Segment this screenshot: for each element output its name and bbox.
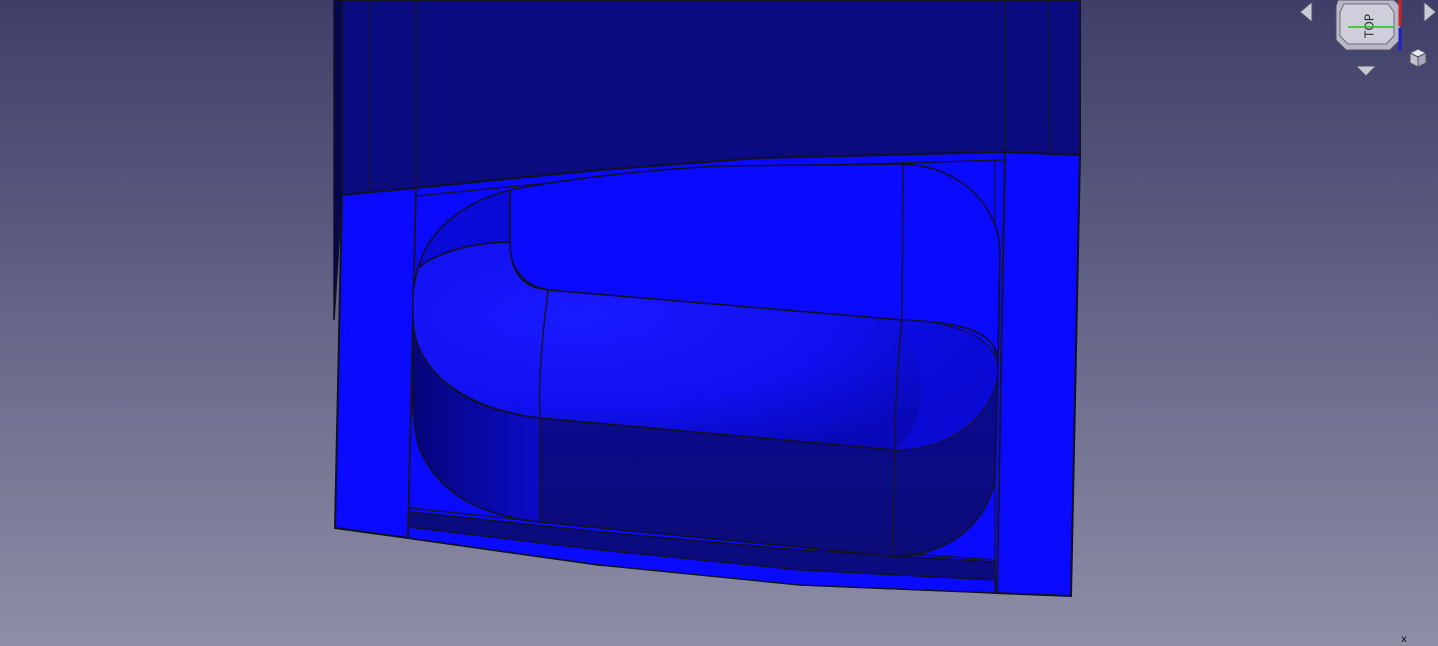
scene-canvas[interactable]	[0, 0, 1438, 646]
rotate-down-arrow-icon[interactable]	[1354, 65, 1378, 77]
view-menu-cube-icon[interactable]	[1408, 48, 1428, 68]
cube-face-top[interactable]: TOP	[1335, 0, 1401, 51]
rotate-left-arrow-icon[interactable]	[1299, 0, 1313, 24]
rotate-right-arrow-icon[interactable]	[1423, 0, 1437, 24]
3d-viewport[interactable]: TOP x	[0, 0, 1438, 646]
axis-indicator-label: x	[1401, 634, 1407, 645]
capsule-seam	[901, 164, 904, 321]
navigation-cube[interactable]: TOP	[1290, 0, 1438, 90]
